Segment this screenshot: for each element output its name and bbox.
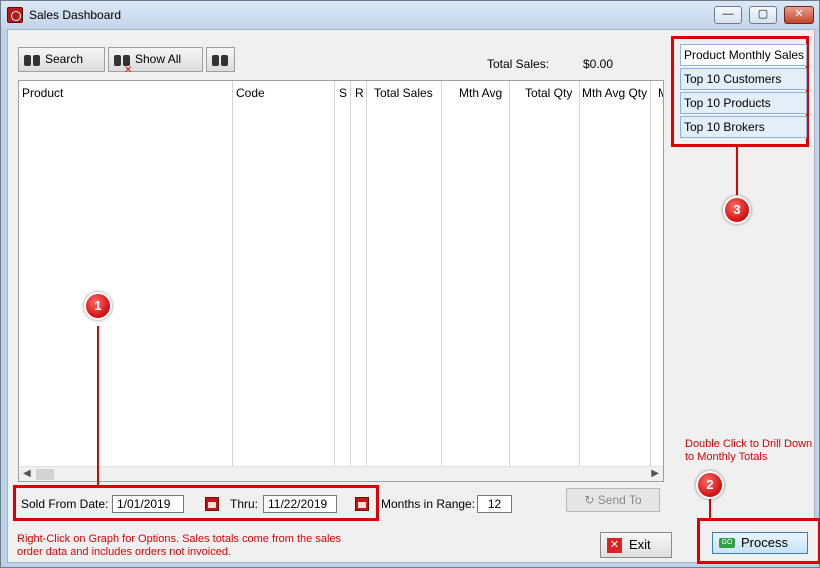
grid-column-m: M <box>651 81 663 467</box>
scroll-thumb[interactable] <box>36 469 54 480</box>
exit-icon: ✕ <box>607 538 622 553</box>
grid-column-total-sales: Total Sales <box>367 81 442 467</box>
binoculars-icon <box>23 53 41 67</box>
callout-badge-3: 3 <box>723 196 751 224</box>
callout-badge-2: 2 <box>696 471 724 499</box>
sold-from-date-field[interactable] <box>112 495 184 513</box>
top-10-brokers-button[interactable]: Top 10 Brokers <box>680 116 807 138</box>
horizontal-scrollbar[interactable]: ◀ ▶ <box>19 466 663 481</box>
search-button[interactable]: Search <box>18 47 105 72</box>
months-in-range-value: 12 <box>477 495 512 513</box>
grid-column-r: R <box>351 81 367 467</box>
sales-grid[interactable]: Product Code S R Total Sales Mth Avg Tot… <box>18 80 664 482</box>
process-label: Process <box>741 535 788 550</box>
grid-column-code: Code <box>233 81 335 467</box>
thru-label: Thru: <box>230 497 259 511</box>
client-area: Search ✕ Show All Total Sales: $0.00 Prod… <box>7 29 820 564</box>
close-icon[interactable]: ✕ <box>784 6 814 24</box>
callout-badge-1: 1 <box>84 292 112 320</box>
column-header-r[interactable]: R <box>355 86 364 100</box>
exit-label: Exit <box>629 537 651 552</box>
sales-dashboard-window: Sales Dashboard — ▢ ✕ Search ✕ Show All T… <box>0 0 820 568</box>
process-button[interactable]: GO Process <box>712 532 808 554</box>
column-header-code[interactable]: Code <box>236 86 265 100</box>
send-to-label: Send To <box>597 493 642 507</box>
column-header-product[interactable]: Product <box>22 86 63 100</box>
minimize-icon[interactable]: — <box>714 6 742 24</box>
process-group: GO Process <box>697 518 820 564</box>
months-in-range-label: Months in Range: <box>381 497 476 511</box>
new-search-button[interactable] <box>206 47 235 72</box>
maximize-icon[interactable]: ▢ <box>749 6 777 24</box>
search-button-label: Search <box>45 52 84 66</box>
show-all-button[interactable]: ✕ Show All <box>108 47 203 76</box>
column-header-m[interactable]: M <box>658 86 663 100</box>
binoculars-new-icon <box>211 53 229 67</box>
drill-down-hint: Double Click to Drill Down to Monthly To… <box>685 438 813 463</box>
exit-button[interactable]: ✕ Exit <box>600 532 672 558</box>
column-header-mth-avg[interactable]: Mth Avg <box>459 86 502 100</box>
grid-column-product: Product <box>19 81 233 467</box>
scroll-left-icon[interactable]: ◀ <box>23 468 31 479</box>
date-range-group: Sold From Date: Thru: <box>13 485 379 521</box>
column-header-total-sales[interactable]: Total Sales <box>374 86 433 100</box>
report-menu-group: Product Monthly Sales Top 10 Customers T… <box>671 36 809 147</box>
send-to-button[interactable]: ↻ Send To <box>566 488 660 512</box>
title-bar: Sales Dashboard — ▢ ✕ <box>1 1 819 29</box>
top-10-customers-button[interactable]: Top 10 Customers <box>680 68 807 90</box>
binoculars-clear-icon: ✕ <box>113 53 132 76</box>
product-monthly-sales-button[interactable]: Product Monthly Sales <box>680 44 807 66</box>
callout-1-connector <box>97 326 99 488</box>
column-header-total-qty[interactable]: Total Qty <box>525 86 572 100</box>
go-icon: GO <box>719 538 735 548</box>
total-sales-label: Total Sales: <box>487 57 550 71</box>
calendar-thru-icon[interactable] <box>355 497 369 511</box>
top-10-products-button[interactable]: Top 10 Products <box>680 92 807 114</box>
scroll-right-icon[interactable]: ▶ <box>651 468 659 479</box>
column-header-mth-avg-qty[interactable]: Mth Avg Qty <box>582 86 647 100</box>
app-icon <box>7 7 23 23</box>
thru-date-field[interactable] <box>263 495 337 513</box>
window-title: Sales Dashboard <box>29 8 122 22</box>
sold-from-label: Sold From Date: <box>21 497 109 511</box>
total-sales-value: $0.00 <box>583 57 614 71</box>
red-x-icon: ✕ <box>124 64 133 76</box>
grid-column-total-qty: Total Qty <box>510 81 580 467</box>
graph-help-text: Right-Click on Graph for Options. Sales … <box>17 533 342 558</box>
column-header-s[interactable]: S <box>339 86 347 100</box>
grid-column-mth-avg-qty: Mth Avg Qty <box>580 81 651 467</box>
calendar-from-icon[interactable] <box>205 497 219 511</box>
grid-column-s: S <box>335 81 351 467</box>
show-all-button-label: Show All <box>135 52 182 66</box>
grid-column-mth-avg: Mth Avg <box>442 81 510 467</box>
callout-3-connector <box>736 147 738 195</box>
